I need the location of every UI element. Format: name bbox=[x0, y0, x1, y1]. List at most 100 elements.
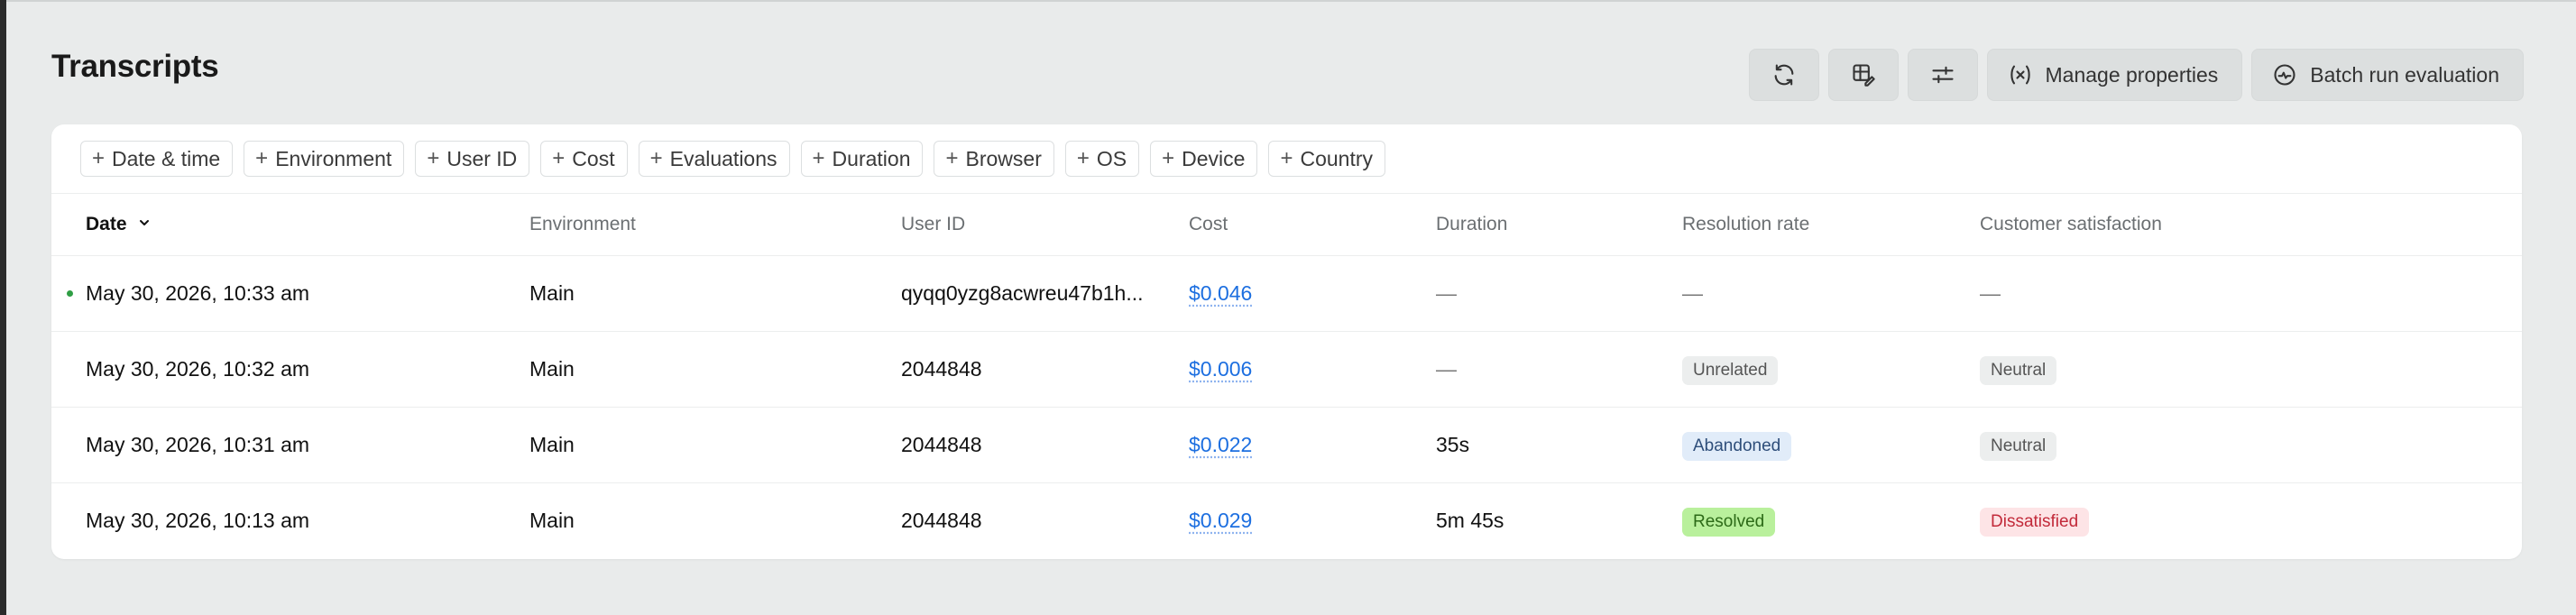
plus-icon: + bbox=[945, 146, 959, 170]
cost-link[interactable]: $0.006 bbox=[1189, 357, 1252, 381]
column-header-environment[interactable]: Environment bbox=[529, 194, 636, 255]
cell-cost: $0.022 bbox=[1189, 407, 1252, 482]
manage-properties-label: Manage properties bbox=[2045, 62, 2219, 87]
column-header-cost[interactable]: Cost bbox=[1189, 194, 1228, 255]
filter-chip-duration[interactable]: + Duration bbox=[800, 141, 924, 177]
table-edit-icon bbox=[1851, 62, 1876, 87]
cell-resolution-rate: Abandoned bbox=[1682, 407, 1792, 482]
column-header-date[interactable]: Date bbox=[86, 194, 152, 255]
filter-chip-label: OS bbox=[1096, 146, 1127, 170]
filter-chip-browser[interactable]: + Browser bbox=[934, 141, 1054, 177]
sliders-icon bbox=[1930, 62, 1955, 87]
cell-resolution-rate: — bbox=[1682, 281, 1703, 305]
cell-environment: Main bbox=[529, 509, 575, 532]
plus-icon: + bbox=[1280, 146, 1293, 170]
filter-chip-label: Browser bbox=[965, 146, 1042, 170]
status-badge: Resolved bbox=[1682, 507, 1776, 537]
filter-chip-user-id[interactable]: + User ID bbox=[415, 141, 530, 177]
cost-link[interactable]: $0.022 bbox=[1189, 433, 1252, 456]
status-badge: Abandoned bbox=[1682, 431, 1792, 461]
filter-chip-cost[interactable]: + Cost bbox=[540, 141, 628, 177]
chevron-down-icon bbox=[137, 194, 152, 255]
table-layout-button[interactable] bbox=[1827, 49, 1899, 101]
cell-resolution-rate: Unrelated bbox=[1682, 331, 1779, 407]
page-header: Transcripts Manage properties Batch run … bbox=[51, 45, 2524, 103]
cell-duration: — bbox=[1436, 281, 1457, 305]
filter-chip-label: Device bbox=[1182, 146, 1246, 170]
variable-icon bbox=[2008, 62, 2033, 87]
filter-chip-date-time[interactable]: + Date & time bbox=[80, 141, 234, 177]
table-row[interactable]: May 30, 2026, 10:13 am Main 2044848 $0.0… bbox=[51, 482, 2522, 558]
column-header-resolution-rate[interactable]: Resolution rate bbox=[1682, 194, 1809, 255]
window-top-edge bbox=[6, 0, 2576, 2]
cell-date: May 30, 2026, 10:33 am bbox=[86, 281, 310, 305]
table-row[interactable]: May 30, 2026, 10:31 am Main 2044848 $0.0… bbox=[51, 407, 2522, 483]
cell-customer-satisfaction: — bbox=[1980, 281, 2001, 305]
column-header-duration[interactable]: Duration bbox=[1436, 194, 1507, 255]
status-badge: Neutral bbox=[1980, 355, 2057, 385]
cell-user-id: 2044848 bbox=[901, 433, 982, 456]
plus-icon: + bbox=[255, 146, 269, 170]
filter-chip-os[interactable]: + OS bbox=[1064, 141, 1140, 177]
cell-cost: $0.029 bbox=[1189, 482, 1252, 558]
filter-chip-environment[interactable]: + Environment bbox=[244, 141, 405, 177]
plus-icon: + bbox=[552, 146, 566, 170]
cost-link[interactable]: $0.029 bbox=[1189, 509, 1252, 532]
plus-icon: + bbox=[1076, 146, 1090, 170]
live-indicator-dot bbox=[67, 290, 73, 297]
cell-cost: $0.046 bbox=[1189, 255, 1252, 331]
column-header-label: Date bbox=[86, 214, 127, 234]
table-row[interactable]: May 30, 2026, 10:33 am Main qyqq0yzg8acw… bbox=[51, 255, 2522, 332]
cell-date: May 30, 2026, 10:31 am bbox=[86, 433, 310, 456]
column-header-customer-satisfaction[interactable]: Customer satisfaction bbox=[1980, 194, 2162, 255]
cell-duration: 35s bbox=[1436, 433, 1470, 456]
cell-environment: Main bbox=[529, 357, 575, 381]
status-badge: Neutral bbox=[1980, 431, 2057, 461]
cell-user-id: qyqq0yzg8acwreu47b1h... bbox=[901, 281, 1144, 305]
refresh-icon bbox=[1771, 62, 1797, 87]
plus-icon: + bbox=[427, 146, 440, 170]
cell-user-id: 2044848 bbox=[901, 357, 982, 381]
cell-customer-satisfaction: Neutral bbox=[1980, 331, 2057, 407]
batch-run-evaluation-button[interactable]: Batch run evaluation bbox=[2251, 49, 2524, 101]
filter-settings-button[interactable] bbox=[1907, 49, 1978, 101]
activity-circle-icon bbox=[2272, 62, 2297, 87]
column-header-user-id[interactable]: User ID bbox=[901, 194, 965, 255]
filter-chip-evaluations[interactable]: + Evaluations bbox=[638, 141, 790, 177]
filter-chip-label: Environment bbox=[275, 146, 392, 170]
filter-chip-label: User ID bbox=[446, 146, 518, 170]
refresh-button[interactable] bbox=[1748, 49, 1819, 101]
filter-chip-country[interactable]: + Country bbox=[1268, 141, 1385, 177]
cell-duration: — bbox=[1436, 357, 1457, 381]
cell-environment: Main bbox=[529, 433, 575, 456]
cell-user-id: 2044848 bbox=[901, 509, 982, 532]
manage-properties-button[interactable]: Manage properties bbox=[1986, 49, 2243, 101]
plus-icon: + bbox=[649, 146, 663, 170]
table-row[interactable]: May 30, 2026, 10:32 am Main 2044848 $0.0… bbox=[51, 331, 2522, 408]
batch-run-label: Batch run evaluation bbox=[2310, 62, 2499, 87]
window-left-edge bbox=[0, 0, 6, 615]
table-header: Date Environment User ID Cost Duration R… bbox=[51, 193, 2522, 256]
cell-customer-satisfaction: Neutral bbox=[1980, 407, 2057, 482]
cell-date: May 30, 2026, 10:32 am bbox=[86, 357, 310, 381]
cell-duration: 5m 45s bbox=[1436, 509, 1504, 532]
toolbar: Manage properties Batch run evaluation bbox=[1748, 49, 2524, 101]
plus-icon: + bbox=[92, 146, 106, 170]
cost-link[interactable]: $0.046 bbox=[1189, 281, 1252, 305]
page-title: Transcripts bbox=[51, 49, 219, 84]
cell-environment: Main bbox=[529, 281, 575, 305]
cell-date: May 30, 2026, 10:13 am bbox=[86, 509, 310, 532]
status-badge: Unrelated bbox=[1682, 355, 1779, 385]
cell-resolution-rate: Resolved bbox=[1682, 482, 1776, 558]
filter-chips: + Date & time + Environment + User ID + Cost… bbox=[80, 141, 1385, 177]
transcripts-card: + Date & time + Environment + User ID + Cost… bbox=[51, 124, 2522, 559]
filter-chip-label: Country bbox=[1300, 146, 1373, 170]
cell-cost: $0.006 bbox=[1189, 331, 1252, 407]
cell-customer-satisfaction: Dissatisfied bbox=[1980, 482, 2090, 558]
filter-chip-label: Cost bbox=[572, 146, 615, 170]
filter-chip-label: Evaluations bbox=[669, 146, 777, 170]
filter-chip-label: Date & time bbox=[112, 146, 221, 170]
plus-icon: + bbox=[812, 146, 825, 170]
filter-chip-device[interactable]: + Device bbox=[1150, 141, 1258, 177]
filter-chip-label: Duration bbox=[832, 146, 911, 170]
